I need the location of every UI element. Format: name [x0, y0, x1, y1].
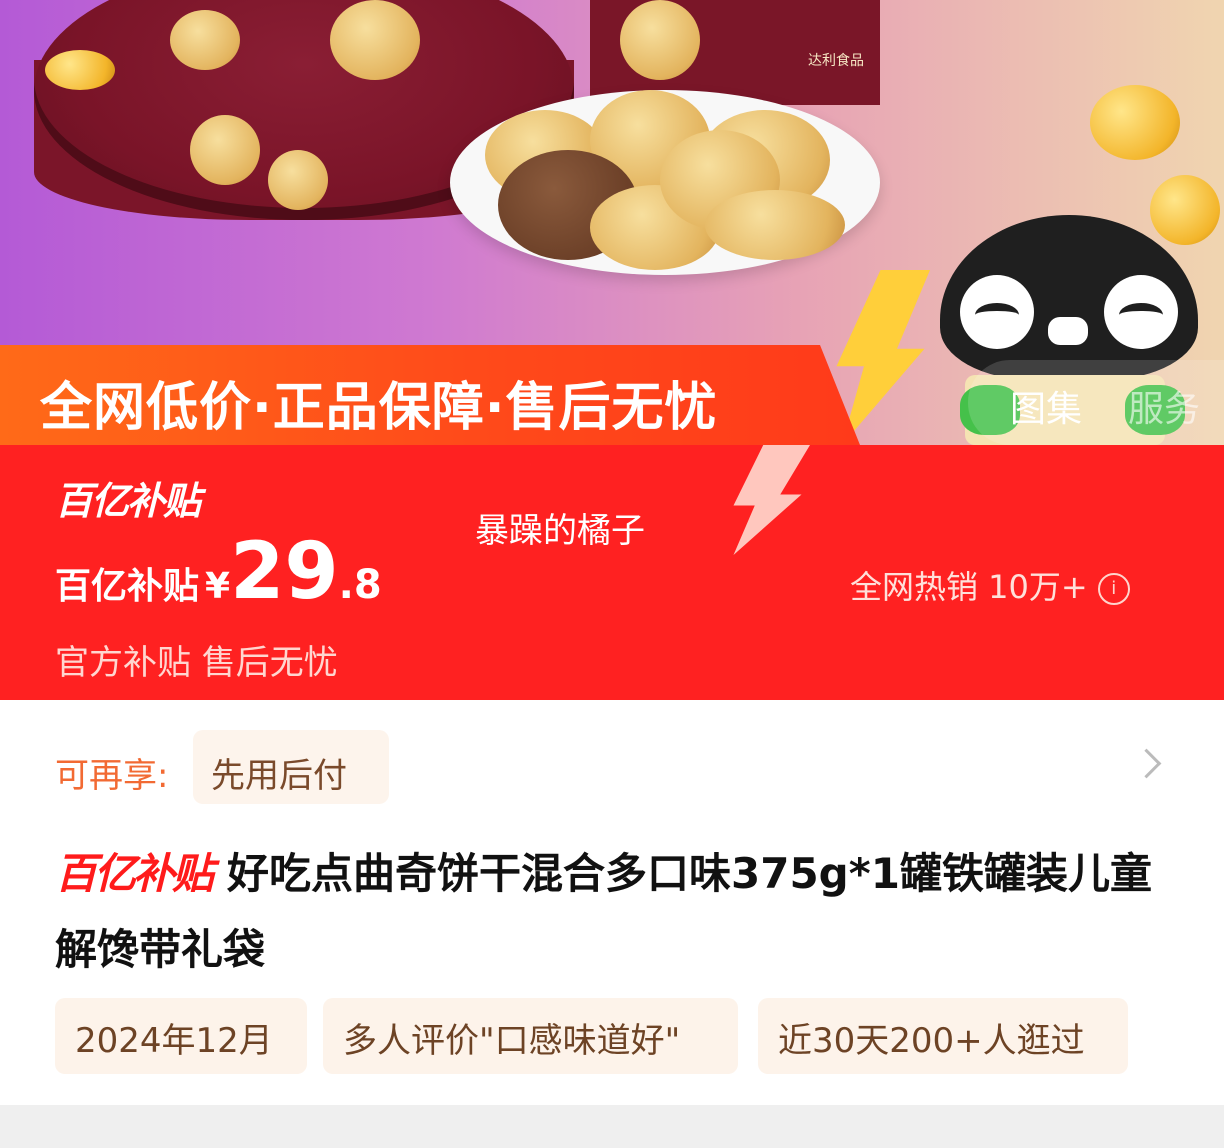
tab-gallery[interactable]: 图集: [1010, 380, 1082, 432]
tag-review-text: 多人评价"口感味道好": [343, 1021, 681, 1061]
product-detail-page: 达利食品 全网低价·正品保障·售后无忧 图集 服务 百亿补贴 暴躁的橘子 百亿补…: [0, 0, 1224, 1148]
coin-icon: [45, 50, 115, 90]
tag-date[interactable]: 2024年12月: [55, 998, 307, 1074]
tab-service[interactable]: 服务: [1128, 380, 1200, 432]
sales-text: 全网热销 10万+: [850, 568, 1088, 606]
info-icon[interactable]: i: [1097, 573, 1130, 605]
price-decimal: .8: [338, 562, 382, 608]
cookie: [705, 190, 845, 260]
tag-visits[interactable]: 近30天200+人逛过: [758, 998, 1128, 1074]
price-label: 百亿补贴: [55, 566, 200, 607]
cookie: [170, 10, 240, 70]
cookie: [190, 115, 260, 185]
tag-review[interactable]: 多人评价"口感味道好": [323, 998, 738, 1074]
subsidy-title-logo: 百亿补贴: [55, 849, 214, 898]
product-title: 百亿补贴 好吃点曲奇饼干混合多口味375g*1罐铁罐装儿童解馋带礼袋: [55, 836, 1165, 988]
product-hero-image[interactable]: 达利食品 全网低价·正品保障·售后无忧 图集 服务: [0, 0, 1224, 445]
cookie: [620, 0, 700, 80]
price: 百亿补贴 ¥29.8: [55, 527, 382, 617]
official-subsidy-text: 官方补贴 售后无忧: [55, 643, 338, 683]
watermark-handle: 暴躁的橘子: [475, 511, 645, 551]
pay-later-text[interactable]: 先用后付: [211, 748, 347, 797]
sales-count[interactable]: 全网热销 10万+ i: [850, 562, 1130, 608]
slogan-text: 全网低价·正品保障·售后无忧: [40, 378, 718, 438]
price-integer: 29: [230, 527, 339, 617]
currency-symbol: ¥: [205, 566, 231, 607]
cookie: [330, 0, 420, 80]
tag-visits-text: 近30天200+人逛过: [778, 1021, 1085, 1061]
cookie: [268, 150, 328, 210]
tag-date-text: 2024年12月: [75, 1021, 273, 1061]
box-brand-label: 达利食品: [808, 53, 864, 69]
enjoy-label: 可再享:: [55, 756, 169, 796]
section-divider: [0, 1105, 1224, 1148]
subsidy-logo: 百亿补贴: [55, 479, 201, 523]
coin-icon: [1090, 85, 1180, 160]
product-title-text: 好吃点曲奇饼干混合多口味375g*1罐铁罐装儿童解馋带礼袋: [55, 849, 1152, 974]
